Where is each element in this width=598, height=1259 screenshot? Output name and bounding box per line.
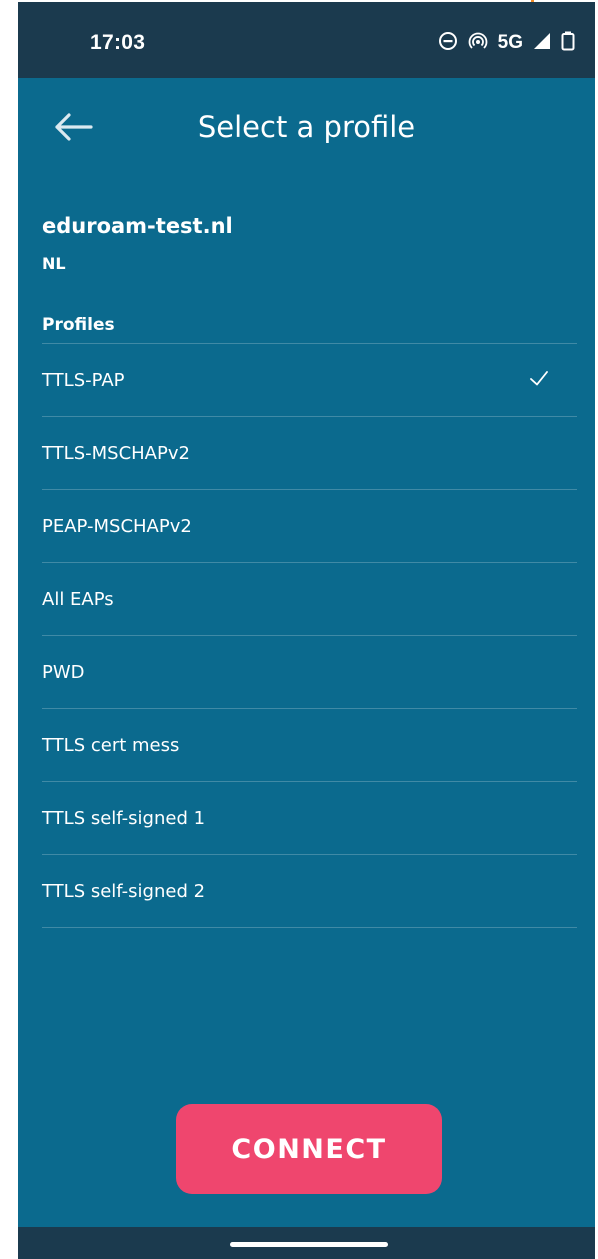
profile-label: All EAPs (42, 588, 114, 610)
navigation-bar (18, 1227, 595, 1259)
profile-label: PEAP-MSCHAPv2 (42, 515, 192, 537)
profiles-header: Profiles (42, 315, 115, 335)
profile-label: TTLS self-signed 2 (42, 880, 206, 902)
status-bar: 17:03 5G (18, 2, 595, 78)
profile-label: TTLS-MSCHAPv2 (42, 442, 190, 464)
profile-list: TTLS-PAP TTLS-MSCHAPv2 PEAP-MSCHAPv2 All… (42, 343, 577, 928)
profile-label: TTLS self-signed 1 (42, 807, 206, 829)
institution-country: NL (42, 254, 66, 273)
profile-item-ttls-mschapv2[interactable]: TTLS-MSCHAPv2 (42, 416, 577, 489)
network-type-label: 5G (497, 32, 523, 53)
connect-button[interactable]: CONNECT (176, 1104, 442, 1194)
home-indicator[interactable] (230, 1242, 388, 1247)
do-not-disturb-icon (438, 31, 458, 56)
profile-item-all-eaps[interactable]: All EAPs (42, 562, 577, 635)
page-title: Select a profile (197, 110, 416, 144)
profile-item-ttls-self-signed-2[interactable]: TTLS self-signed 2 (42, 854, 577, 928)
profile-item-ttls-self-signed-1[interactable]: TTLS self-signed 1 (42, 781, 577, 854)
profile-label: TTLS cert mess (42, 734, 180, 756)
hotspot-icon (468, 31, 488, 56)
checkmark-icon (529, 368, 549, 388)
signal-icon (533, 32, 551, 55)
profile-item-pwd[interactable]: PWD (42, 635, 577, 708)
institution-name: eduroam-test.nl (42, 214, 233, 238)
status-icons: 5G (438, 28, 575, 58)
app-bar: Select a profile (18, 78, 595, 178)
profile-item-peap-mschapv2[interactable]: PEAP-MSCHAPv2 (42, 489, 577, 562)
profile-item-ttls-pap[interactable]: TTLS-PAP (42, 343, 577, 416)
profile-item-ttls-cert-mess[interactable]: TTLS cert mess (42, 708, 577, 781)
app-screen: 17:03 5G Select a profile eduroam-test.n… (18, 2, 595, 1259)
battery-icon (561, 31, 575, 56)
profile-label: PWD (42, 661, 85, 683)
profile-label: TTLS-PAP (42, 369, 125, 391)
status-time: 17:03 (90, 31, 146, 54)
